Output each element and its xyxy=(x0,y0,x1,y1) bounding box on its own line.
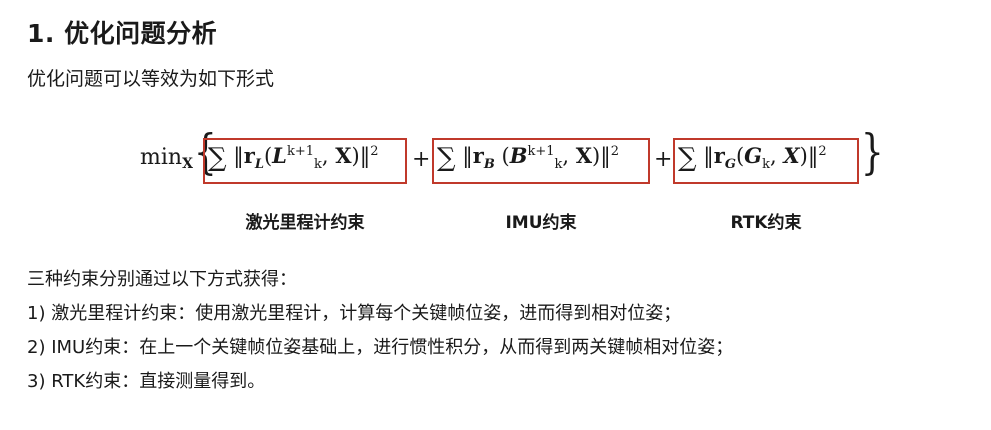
imu-constraint-caption: IMU约束 xyxy=(505,213,577,233)
explanation-item-imu: 2) IMU约束：在上一个关键帧位姿基础上，进行惯性积分，从而得到两关键帧相对位… xyxy=(27,337,734,358)
plus-sign-1: + xyxy=(412,147,431,172)
laser-constraint-term: ∑ ‖rL(Lk+1k, X)‖2 xyxy=(208,143,379,173)
intro-text: 优化问题可以等效为如下形式 xyxy=(27,68,275,90)
rtk-constraint-term: ∑ ‖rG(Gk, X)‖2 xyxy=(678,143,827,173)
section-heading: 1. 优化问题分析 xyxy=(27,19,218,48)
page: 1. 优化问题分析 优化问题可以等效为如下形式 minX { ∑ ‖rL(Lk+… xyxy=(0,0,991,430)
explanation-item-rtk: 3) RTK约束：直接测量得到。 xyxy=(27,371,266,392)
min-operator: minX xyxy=(140,145,193,172)
right-brace: } xyxy=(860,124,884,180)
laser-constraint-caption: 激光里程计约束 xyxy=(245,213,365,233)
explanation-item-laser: 1) 激光里程计约束：使用激光里程计，计算每个关键帧位姿，进而得到相对位姿； xyxy=(27,303,682,324)
plus-sign-2: + xyxy=(654,147,673,172)
imu-constraint-term: ∑ ‖rB (Bk+1k, X)‖2 xyxy=(437,143,620,173)
optimization-formula: minX { ∑ ‖rL(Lk+1k, X)‖2 + ∑ ‖rB (Bk+1k,… xyxy=(0,124,991,240)
explanation-intro: 三种约束分别通过以下方式获得： xyxy=(27,269,297,290)
explanation-list: 三种约束分别通过以下方式获得： 1) 激光里程计约束：使用激光里程计，计算每个关… xyxy=(27,263,733,399)
rtk-constraint-caption: RTK约束 xyxy=(730,213,802,233)
